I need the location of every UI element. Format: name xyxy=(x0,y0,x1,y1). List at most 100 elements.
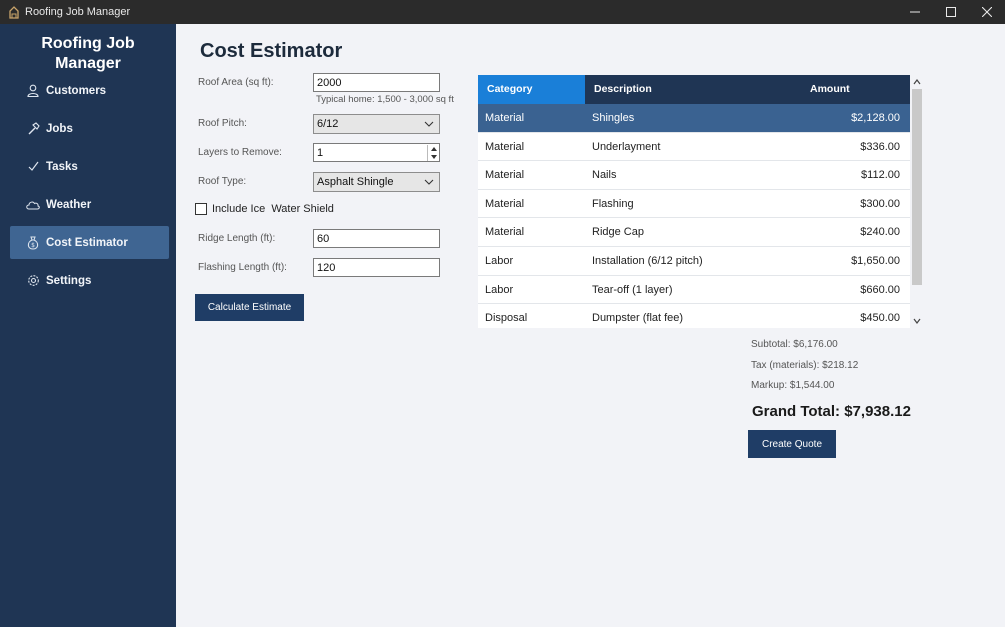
minimize-icon xyxy=(910,11,920,13)
cell-category: Labor xyxy=(485,283,514,296)
spin-up-button[interactable] xyxy=(427,145,439,153)
cell-category: Material xyxy=(485,197,525,210)
roof-pitch-select[interactable]: 6/12 xyxy=(313,114,440,134)
cell-category: Material xyxy=(485,140,525,153)
table-scrollbar[interactable] xyxy=(910,75,923,328)
sidebar-item-label: Customers xyxy=(46,84,107,97)
markup-text: Markup: $1,544.00 xyxy=(751,380,835,391)
cell-description: Nails xyxy=(592,169,617,182)
cell-amount: $112.00 xyxy=(861,169,900,182)
cell-amount: $660.00 xyxy=(860,283,900,296)
sidebar-item-label: Settings xyxy=(46,274,92,287)
layers-spin-buttons[interactable] xyxy=(427,145,439,161)
roof-area-hint: Typical home: 1,500 - 3,000 sq ft xyxy=(316,94,454,105)
column-header-amount[interactable]: Amount xyxy=(810,75,850,104)
ice-shield-label: Include Ice Water Shield xyxy=(212,203,334,215)
sidebar: Roofing Job Manager Customers Jobs Tasks… xyxy=(0,24,176,627)
ridge-length-input[interactable] xyxy=(313,229,440,248)
cell-amount: $1,650.00 xyxy=(851,255,900,267)
roof-area-label: Roof Area (sq ft): xyxy=(198,77,274,88)
cell-category: Disposal xyxy=(485,312,528,325)
maximize-icon xyxy=(946,7,956,17)
chevron-up-icon xyxy=(913,79,921,85)
sidebar-item-cost-estimator[interactable]: $ Cost Estimator xyxy=(10,226,169,259)
roof-type-label: Roof Type: xyxy=(198,176,247,187)
close-icon xyxy=(982,7,992,17)
app-icon xyxy=(9,6,19,19)
cell-category: Material xyxy=(485,226,525,239)
cell-category: Material xyxy=(485,169,525,182)
cell-description: Shingles xyxy=(592,112,635,124)
ice-shield-checkbox-row[interactable]: Include Ice Water Shield xyxy=(195,203,334,215)
flashing-length-input[interactable] xyxy=(313,258,440,277)
table-row[interactable]: Labor Tear-off (1 layer) $660.00 xyxy=(478,275,910,305)
sidebar-item-label: Cost Estimator xyxy=(46,236,128,249)
money-bag-icon: $ xyxy=(25,235,41,251)
calculate-estimate-button[interactable]: Calculate Estimate xyxy=(195,294,304,321)
cost-table: Category Description Amount Material Shi… xyxy=(478,75,910,328)
table-header: Category Description Amount xyxy=(478,75,910,104)
sidebar-item-weather[interactable]: Weather xyxy=(10,188,169,221)
column-header-description[interactable]: Description xyxy=(585,75,652,104)
roof-pitch-value: 6/12 xyxy=(317,118,339,130)
sidebar-item-jobs[interactable]: Jobs xyxy=(10,112,169,145)
caret-down-icon xyxy=(430,155,437,159)
cell-description: Ridge Cap xyxy=(592,226,644,239)
tax-text: Tax (materials): $218.12 xyxy=(751,360,859,371)
ice-shield-checkbox[interactable] xyxy=(195,203,207,215)
sidebar-item-label: Tasks xyxy=(46,160,78,173)
cell-description: Underlayment xyxy=(592,140,661,153)
flashing-length-label: Flashing Length (ft): xyxy=(198,262,287,273)
app-brand: Roofing Job Manager xyxy=(0,34,176,74)
window-title: Roofing Job Manager xyxy=(25,6,131,18)
cell-category: Labor xyxy=(485,255,514,267)
cell-description: Flashing xyxy=(592,197,634,210)
table-row[interactable]: Material Underlayment $336.00 xyxy=(478,132,910,162)
cloud-icon xyxy=(25,197,41,213)
chevron-down-icon xyxy=(424,179,434,185)
sidebar-item-label: Weather xyxy=(46,198,92,211)
layers-stepper[interactable] xyxy=(313,143,440,162)
page-title: Cost Estimator xyxy=(200,40,343,62)
ridge-length-label: Ridge Length (ft): xyxy=(198,233,276,244)
scroll-down-button[interactable] xyxy=(912,316,922,326)
grand-total-text: Grand Total: $7,938.12 xyxy=(752,403,911,420)
subtotal-text: Subtotal: $6,176.00 xyxy=(751,339,838,350)
spin-down-button[interactable] xyxy=(427,153,439,161)
table-row[interactable]: Material Shingles $2,128.00 xyxy=(478,104,910,133)
person-icon xyxy=(25,83,41,99)
roof-type-select[interactable]: Asphalt Shingle xyxy=(313,172,440,192)
close-button[interactable] xyxy=(969,0,1005,24)
table-row[interactable]: Material Flashing $300.00 xyxy=(478,189,910,219)
checkmark-icon xyxy=(25,159,41,175)
sidebar-item-settings[interactable]: Settings xyxy=(10,264,169,297)
table-row[interactable]: Disposal Dumpster (flat fee) $450.00 xyxy=(478,304,910,328)
scrollbar-thumb[interactable] xyxy=(912,89,922,285)
table-row[interactable]: Material Nails $112.00 xyxy=(478,161,910,190)
sidebar-item-tasks[interactable]: Tasks xyxy=(10,150,169,183)
minimize-button[interactable] xyxy=(897,0,933,24)
title-bar: Roofing Job Manager xyxy=(0,0,1005,24)
cell-amount: $2,128.00 xyxy=(851,112,900,124)
roof-type-value: Asphalt Shingle xyxy=(317,176,394,188)
sidebar-item-customers[interactable]: Customers xyxy=(10,74,169,107)
cell-category: Material xyxy=(485,112,525,124)
chevron-down-icon xyxy=(424,121,434,127)
table-row[interactable]: Labor Installation (6/12 pitch) $1,650.0… xyxy=(478,247,910,276)
cell-description: Dumpster (flat fee) xyxy=(592,312,684,325)
cell-amount: $336.00 xyxy=(860,140,900,153)
table-row[interactable]: Material Ridge Cap $240.00 xyxy=(478,218,910,247)
cell-amount: $300.00 xyxy=(860,197,900,210)
create-quote-button[interactable]: Create Quote xyxy=(748,430,836,458)
maximize-button[interactable] xyxy=(933,0,969,24)
cell-description: Tear-off (1 layer) xyxy=(592,283,673,296)
column-header-category[interactable]: Category xyxy=(478,75,585,104)
chevron-down-icon xyxy=(913,318,921,324)
scroll-up-button[interactable] xyxy=(912,77,922,87)
roof-area-input[interactable] xyxy=(313,73,440,92)
brand-line-2: Manager xyxy=(55,55,121,72)
layers-label: Layers to Remove: xyxy=(198,147,282,158)
cell-amount: $450.00 xyxy=(860,312,900,325)
gear-icon xyxy=(25,273,41,289)
caret-up-icon xyxy=(430,147,437,151)
